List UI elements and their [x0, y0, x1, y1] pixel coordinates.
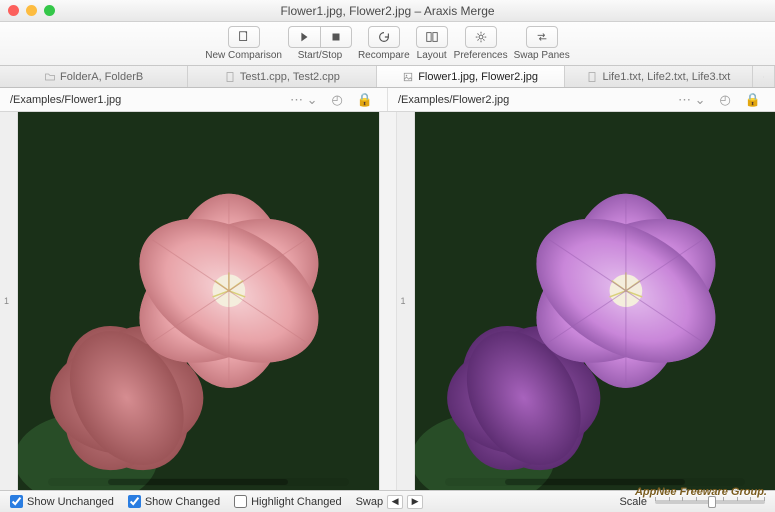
left-image — [18, 112, 379, 490]
tab-label: FolderA, FolderB — [60, 71, 143, 83]
tab-cpp[interactable]: Test1.cpp, Test2.cpp — [188, 66, 376, 87]
preferences-label: Preferences — [454, 50, 508, 61]
left-image-viewport[interactable] — [18, 112, 379, 490]
left-ruler — [0, 112, 18, 490]
tab-label: Flower1.jpg, Flower2.jpg — [418, 71, 538, 83]
recompare-button[interactable] — [368, 26, 400, 48]
stop-icon — [329, 30, 343, 44]
left-clock-icon[interactable]: ◴ — [327, 92, 346, 108]
refresh-icon — [377, 30, 391, 44]
right-pane — [397, 112, 775, 490]
tab-label: Life1.txt, Life2.txt, Life3.txt — [602, 71, 730, 83]
watermark: AppNee Freeware Group. — [635, 486, 767, 498]
file-icon — [586, 71, 598, 83]
right-path-cell: /Examples/Flower2.jpg ⋯ ⌄ ◴ 🔒 — [388, 88, 775, 111]
tab-label: Test1.cpp, Test2.cpp — [240, 71, 340, 83]
pane-divider[interactable] — [379, 112, 397, 490]
swap-icon — [535, 30, 549, 44]
close-window-button[interactable] — [8, 5, 19, 16]
folder-icon — [44, 71, 56, 83]
left-pane — [0, 112, 379, 490]
path-bar: /Examples/Flower1.jpg ⋯ ⌄ ◴ 🔒 /Examples/… — [0, 88, 775, 112]
layout-icon — [425, 30, 439, 44]
swap-panes-label: Swap Panes — [514, 50, 570, 61]
right-ruler — [397, 112, 415, 490]
tab-folders[interactable]: FolderA, FolderB — [0, 66, 188, 87]
right-image-viewport[interactable] — [415, 112, 775, 490]
minimize-window-button[interactable] — [26, 5, 37, 16]
titlebar: Flower1.jpg, Flower2.jpg – Araxis Merge — [0, 0, 775, 22]
right-path-field[interactable]: /Examples/Flower2.jpg — [398, 94, 668, 106]
window-title: Flower1.jpg, Flower2.jpg – Araxis Merge — [0, 4, 775, 18]
left-path-cell: /Examples/Flower1.jpg ⋯ ⌄ ◴ 🔒 — [0, 88, 388, 111]
compare-area — [0, 112, 775, 490]
right-horizontal-scrollbar[interactable] — [445, 478, 746, 486]
swap-panes-button[interactable] — [526, 26, 558, 48]
preferences-button[interactable] — [465, 26, 497, 48]
tab-txt[interactable]: Life1.txt, Life2.txt, Life3.txt — [565, 66, 753, 87]
toolbar: New Comparison Start/Stop Recompare Layo… — [0, 22, 775, 66]
file-icon — [224, 71, 236, 83]
chevron-down-icon — [763, 73, 764, 81]
right-path-menu-button[interactable]: ⋯ ⌄ — [674, 92, 710, 108]
image-file-icon — [402, 71, 414, 83]
right-image — [415, 112, 775, 490]
layout-label: Layout — [417, 50, 447, 61]
right-clock-icon[interactable]: ◴ — [715, 92, 734, 108]
start-button[interactable] — [288, 26, 320, 48]
new-comparison-label: New Comparison — [205, 50, 282, 61]
tab-images[interactable]: Flower1.jpg, Flower2.jpg — [377, 66, 565, 87]
window-controls — [8, 5, 55, 16]
left-horizontal-scrollbar[interactable] — [48, 478, 349, 486]
left-path-field[interactable]: /Examples/Flower1.jpg — [10, 94, 280, 106]
gear-icon — [474, 30, 488, 44]
layout-button[interactable] — [416, 26, 448, 48]
new-doc-icon — [237, 30, 251, 44]
recompare-label: Recompare — [358, 50, 410, 61]
maximize-window-button[interactable] — [44, 5, 55, 16]
tab-bar: FolderA, FolderB Test1.cpp, Test2.cpp Fl… — [0, 66, 775, 88]
play-icon — [297, 30, 311, 44]
new-comparison-button[interactable] — [228, 26, 260, 48]
tab-overflow-button[interactable] — [753, 66, 775, 87]
right-lock-icon: 🔒 — [741, 92, 765, 108]
start-stop-label: Start/Stop — [298, 50, 342, 61]
left-lock-icon: 🔒 — [353, 92, 377, 108]
stop-button[interactable] — [320, 26, 352, 48]
left-path-menu-button[interactable]: ⋯ ⌄ — [286, 92, 322, 108]
